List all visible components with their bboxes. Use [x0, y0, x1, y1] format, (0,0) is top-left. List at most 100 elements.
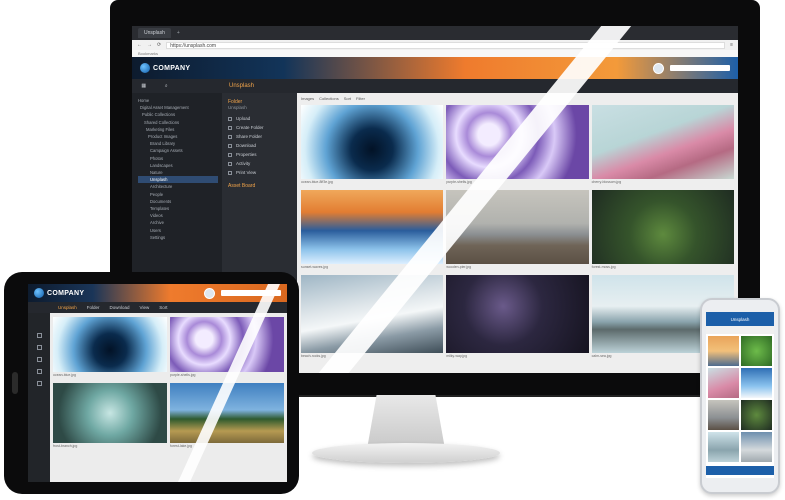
tree-item[interactable]: Public Collections: [138, 111, 218, 118]
menu-item[interactable]: Print View: [228, 168, 291, 177]
gallery-tab[interactable]: Collections: [319, 96, 339, 103]
menu-item[interactable]: Create Folder: [228, 123, 291, 132]
tree-item[interactable]: Product Images: [138, 133, 218, 140]
phone-footer-bar: [706, 466, 774, 475]
gallery-thumb[interactable]: sunset-waves.jpg: [301, 190, 444, 269]
menu-item-icon: [228, 125, 232, 130]
tree-item[interactable]: Home: [138, 97, 218, 104]
gallery-tab[interactable]: Sort: [344, 96, 351, 103]
browser-address-row: ← → ⟳ https://unsplash.com ≡: [132, 40, 738, 50]
gallery-thumb[interactable]: [741, 336, 772, 366]
search-icon[interactable]: ⌕: [165, 83, 168, 89]
company-logo[interactable]: COMPANY: [140, 63, 190, 73]
tree-item[interactable]: Digital Asset Management: [138, 104, 218, 111]
folder-title: Unsplash: [229, 83, 255, 89]
thumb-caption: beach-rocks.jpg: [301, 354, 326, 358]
menu-item[interactable]: Download: [228, 141, 291, 150]
thumb-caption: forest-moss.jpg: [591, 265, 616, 269]
gallery-tab[interactable]: Filter: [356, 96, 365, 103]
phone-gallery-grid: [706, 334, 774, 464]
new-tab-icon[interactable]: +: [177, 30, 180, 36]
tree-item[interactable]: Documents: [138, 198, 218, 205]
browser-tab-bar: Unsplash +: [132, 26, 738, 40]
tablet-device: COMPANY Unsplash Folder Download View Sort: [4, 272, 299, 494]
gallery-thumb[interactable]: milky-way.jpg: [446, 275, 589, 358]
gallery-thumb[interactable]: [708, 368, 739, 398]
menu-item[interactable]: Activity: [228, 159, 291, 168]
tree-item[interactable]: Landscapes: [138, 162, 218, 169]
menu-item-label: Upload: [236, 116, 251, 121]
app-header: COMPANY: [132, 57, 738, 79]
gallery-grid-row2: sunset-waves.jpg wooden-pier.jpg forest-…: [301, 190, 734, 269]
menu-item[interactable]: Properties: [228, 150, 291, 159]
tree-item[interactable]: Campaign Assets: [138, 147, 218, 154]
gallery-thumb[interactable]: [741, 400, 772, 430]
header-actions: [653, 62, 730, 74]
gallery-thumb[interactable]: [708, 432, 739, 462]
menu-subheading: Unsplash: [228, 105, 247, 110]
monitor-stand-neck: [367, 395, 445, 447]
tree-item[interactable]: Marketing Files: [138, 126, 218, 133]
thumb-caption: milky-way.jpg: [446, 354, 468, 358]
menu-icon[interactable]: ≡: [730, 42, 733, 48]
logo-text: COMPANY: [153, 64, 191, 72]
header-search-field[interactable]: [670, 65, 730, 71]
gallery-thumb[interactable]: [741, 368, 772, 398]
gallery-tabs: Images Collections Sort Filter: [301, 96, 734, 103]
phone-title: Unsplash: [730, 316, 750, 322]
gallery-thumb[interactable]: ocean-blue-8ff3e.jpg: [301, 105, 444, 184]
app-toolbar: ▦ ⌕ Unsplash: [132, 79, 738, 93]
tree-item[interactable]: Videos: [138, 212, 218, 219]
menu-section2: Asset Board: [228, 183, 256, 189]
image-gallery: Images Collections Sort Filter ocean-blue-8…: [297, 93, 738, 373]
avatar[interactable]: [653, 62, 664, 74]
tree-item[interactable]: Shared Collections: [138, 119, 218, 126]
thumb-caption: wooden-pier.jpg: [446, 265, 472, 269]
gallery-tab[interactable]: Images: [301, 96, 314, 103]
gallery-thumb[interactable]: cherry-blossom.jpg: [591, 105, 734, 184]
menu-item-label: Download: [236, 143, 257, 148]
gallery-thumb[interactable]: [708, 400, 739, 430]
menu-item-label: Properties: [236, 152, 257, 157]
gallery-thumb[interactable]: forest-moss.jpg: [591, 190, 734, 269]
logo-globe-icon: [140, 63, 150, 73]
tree-item[interactable]: Templates: [138, 205, 218, 212]
gallery-thumb[interactable]: beach-rocks.jpg: [301, 275, 444, 358]
thumb-caption: ocean-blue-8ff3e.jpg: [301, 180, 333, 184]
tree-item[interactable]: Users: [138, 227, 218, 234]
back-icon[interactable]: ←: [137, 42, 142, 48]
forward-icon[interactable]: →: [147, 42, 152, 48]
menu-item-label: Share Folder: [236, 134, 263, 139]
menu-item-icon: [228, 143, 232, 148]
phone-device: Unsplash: [700, 298, 780, 494]
gallery-thumb[interactable]: purple-shells.jpg: [446, 105, 589, 184]
thumb-caption: sunset-waves.jpg: [301, 265, 329, 269]
tree-item[interactable]: Photos: [138, 155, 218, 162]
menu-item[interactable]: Upload: [228, 114, 291, 123]
tree-item[interactable]: People: [138, 191, 218, 198]
reload-icon[interactable]: ⟳: [157, 42, 161, 48]
url-field[interactable]: https://unsplash.com: [166, 41, 726, 49]
tablet-diagonal-overlay: [178, 284, 280, 482]
menu-item[interactable]: Share Folder: [228, 132, 291, 141]
phone-header: Unsplash: [706, 312, 774, 326]
tablet-home-button[interactable]: [12, 372, 18, 394]
tree-item[interactable]: Architecture: [138, 183, 218, 190]
tablet-screen: COMPANY Unsplash Folder Download View Sort: [28, 284, 287, 482]
toolbar-icons: ▦ ⌕: [132, 83, 177, 89]
gallery-thumb[interactable]: [708, 336, 739, 366]
thumb-caption: cherry-blossom.jpg: [591, 180, 622, 184]
menu-item-icon: [228, 161, 232, 166]
gallery-thumb[interactable]: [741, 432, 772, 462]
tree-item[interactable]: Nature: [138, 169, 218, 176]
browser-tab[interactable]: Unsplash: [138, 28, 171, 38]
menu-item-icon: [228, 134, 232, 139]
tree-item[interactable]: Unsplash: [138, 176, 218, 184]
gallery-grid-row3: beach-rocks.jpg milky-way.jpg calm-sea.j…: [301, 275, 734, 358]
monitor-stand-base: [312, 443, 500, 463]
tree-item[interactable]: Settings: [138, 234, 218, 241]
gallery-thumb[interactable]: wooden-pier.jpg: [446, 190, 589, 269]
folders-icon[interactable]: ▦: [141, 83, 146, 89]
tree-item[interactable]: Brand Library: [138, 140, 218, 147]
tree-item[interactable]: Archive: [138, 219, 218, 226]
